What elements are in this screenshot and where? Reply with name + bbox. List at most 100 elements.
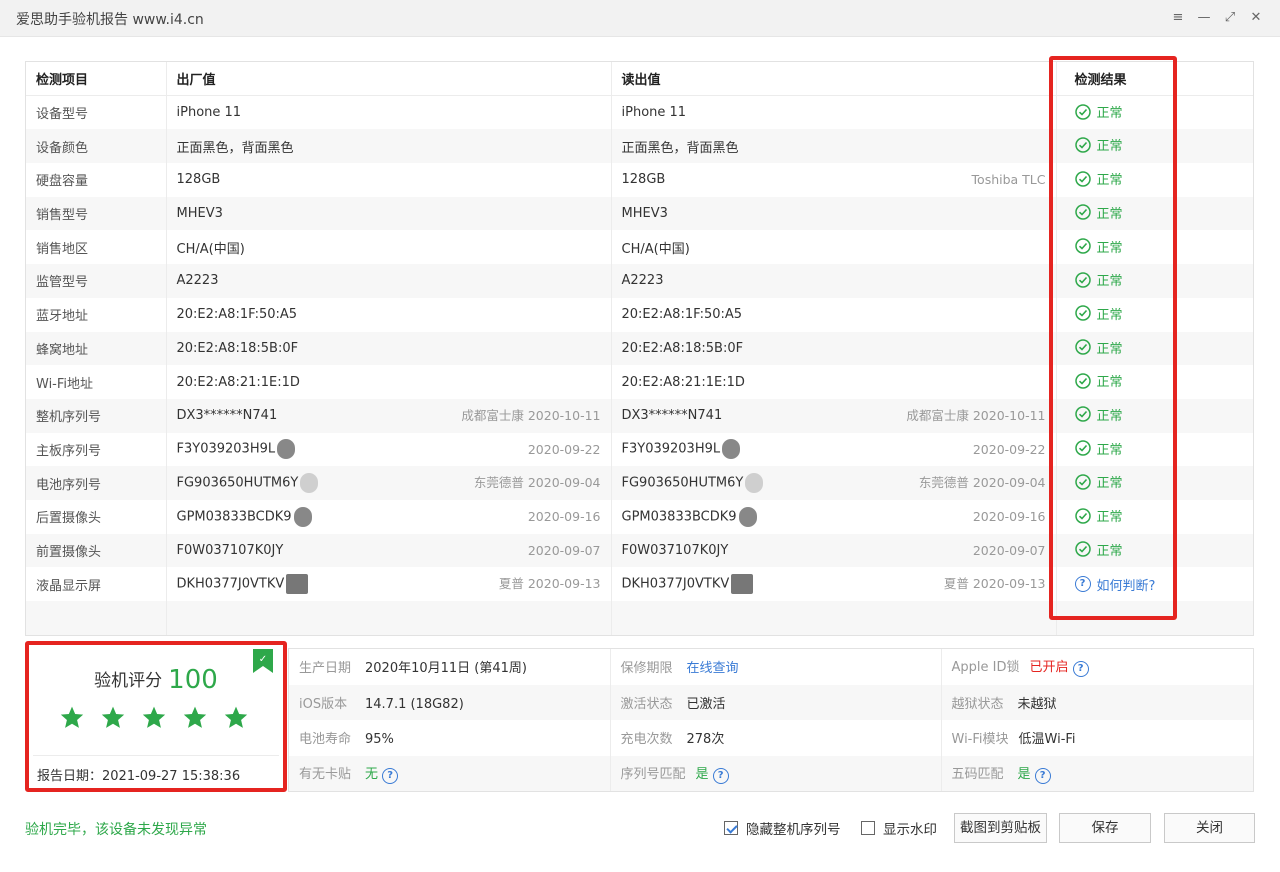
result-status: 正常 bbox=[1096, 173, 1123, 189]
redaction-mark bbox=[293, 506, 312, 527]
hide-serial-check-icon[interactable] bbox=[724, 821, 738, 835]
row-factory-value: A2223 bbox=[165, 264, 611, 298]
redaction-mark bbox=[731, 574, 754, 595]
score-label: 验机评分 bbox=[94, 671, 163, 691]
result-status: 正常 bbox=[1096, 307, 1123, 323]
row-factory-value: 正面黑色，背面黑色 bbox=[165, 129, 611, 164]
row-result: 正常 bbox=[1055, 129, 1253, 164]
warranty-query-link[interactable]: 在线查询 bbox=[687, 661, 739, 676]
svg-text:✓: ✓ bbox=[259, 654, 267, 665]
row-item: 整机序列号 bbox=[26, 398, 166, 433]
copy-screenshot-button[interactable]: 截图到剪贴板 bbox=[954, 813, 1047, 843]
window-controls: ≡ — ⤢ ✕ bbox=[1166, 6, 1268, 30]
help-icon[interactable]: ? bbox=[712, 767, 729, 784]
row-read-value: 正面黑色，背面黑色 bbox=[610, 129, 1056, 164]
help-icon[interactable]: ? bbox=[382, 767, 399, 784]
check-circle-icon bbox=[1074, 474, 1091, 490]
info-cell-serial-match: 序列号匹配是 ? bbox=[609, 755, 941, 791]
result-status: 正常 bbox=[1096, 408, 1123, 424]
result-status: 正常 bbox=[1096, 139, 1123, 155]
check-circle-icon bbox=[1074, 204, 1091, 221]
row-item: 液晶显示屏 bbox=[36, 578, 102, 594]
watermark-label: 显示水印 bbox=[883, 822, 937, 838]
check-circle-icon bbox=[1074, 541, 1091, 557]
row-result: 正常 bbox=[1055, 432, 1253, 467]
redaction-mark bbox=[745, 473, 764, 494]
row-result: 正常 bbox=[1055, 264, 1253, 298]
row-item: 前置摄像头 bbox=[26, 533, 166, 568]
title-bar: 爱思助手验机报告 www.i4.cn ≡ — ⤢ ✕ bbox=[0, 0, 1280, 37]
row-read-note: 东莞德普 2020-09-04 bbox=[918, 475, 1046, 491]
empty-row bbox=[26, 601, 1253, 635]
check-circle-icon bbox=[1074, 339, 1091, 355]
table-row: 硬盘容量 128GB 128GB Toshiba TLC 正常 bbox=[26, 163, 1253, 197]
info-row: 有无卡贴无 ? 序列号匹配是 ? 五码匹配是 ? bbox=[289, 755, 1253, 791]
row-item: 后置摄像头 bbox=[36, 511, 102, 527]
row-factory-value: FG903650HUTM6Y 东莞德普 2020-09-04 bbox=[165, 466, 611, 500]
row-item: 销售地区 bbox=[36, 241, 89, 257]
redaction-mark bbox=[722, 439, 741, 460]
info-cell-apple-id-lock: Apple ID锁 已开启 ? bbox=[940, 649, 1253, 685]
help-icon[interactable]: ? bbox=[1034, 767, 1051, 784]
info-row: 电池寿命 95% 充电次数 278次 Wi-Fi模块 低温Wi-Fi bbox=[289, 720, 1253, 756]
how-to-judge-link[interactable]: ? 如何判断? bbox=[1074, 575, 1155, 594]
row-item: 监管型号 bbox=[26, 264, 166, 298]
table-row: 后置摄像头 GPM03833BCDK9 2020-09-16 GPM03833BCDK… bbox=[26, 499, 1253, 534]
row-factory-value: 20:E2:A8:1F:50:A5 bbox=[165, 297, 611, 332]
save-button[interactable]: 保存 bbox=[1059, 813, 1151, 843]
hide-serial-checkbox[interactable]: 隐藏整机序列号 bbox=[724, 818, 841, 838]
row-item: 设备颜色 bbox=[26, 129, 166, 164]
check-table-body: 设备型号 iPhone 11 iPhone 11 正常 设备颜色 正面黑色，背面黑色 正面黑… bbox=[26, 95, 1253, 635]
check-circle-icon bbox=[1074, 373, 1091, 389]
watermark-check-icon[interactable] bbox=[861, 821, 875, 835]
row-read-value: DX3******N741 成都富士康 2020-10-11 bbox=[610, 398, 1056, 433]
restore-icon[interactable]: ⤢ bbox=[1218, 6, 1242, 30]
header-factory: 出厂值 bbox=[165, 62, 611, 97]
check-table: 检测项目 出厂值 读出值 检测结果 设备型号 iPhone 11 iPhone 11… bbox=[25, 61, 1254, 636]
row-result: 正常 bbox=[1055, 163, 1253, 197]
info-row: iOS版本 14.7.1 (18G82) 激活状态 已激活 越狱状态 未越狱 bbox=[289, 684, 1253, 720]
watermark-checkbox[interactable]: 显示水印 bbox=[861, 818, 937, 838]
row-result: ? 如何判断? bbox=[1055, 567, 1253, 601]
close-window-icon[interactable]: ✕ bbox=[1244, 6, 1268, 30]
close-button[interactable]: 关闭 bbox=[1164, 813, 1255, 843]
row-factory-value: GPM03833BCDK9 2020-09-16 bbox=[165, 499, 611, 534]
score-stars bbox=[59, 705, 249, 731]
star-icon bbox=[142, 706, 166, 728]
row-read-value: 20:E2:A8:21:1E:1D bbox=[610, 365, 1056, 399]
menu-icon[interactable]: ≡ bbox=[1166, 6, 1190, 30]
table-row: 设备颜色 正面黑色，背面黑色 正面黑色，背面黑色 正常 bbox=[26, 129, 1253, 164]
score-value: 100 bbox=[168, 665, 218, 695]
check-table-grid: 检测项目 出厂值 读出值 检测结果 设备型号 iPhone 11 iPhone 11… bbox=[26, 62, 1253, 635]
check-circle-icon bbox=[1074, 507, 1091, 524]
row-factory-value: iPhone 11 bbox=[165, 95, 611, 130]
table-row: 销售型号 MHEV3 MHEV3 正常 bbox=[26, 196, 1253, 231]
result-status: 正常 bbox=[1096, 240, 1123, 256]
row-result: 正常 bbox=[1055, 365, 1253, 399]
row-result: 正常 bbox=[1055, 499, 1253, 534]
check-circle-icon bbox=[1074, 271, 1091, 288]
report-date-value: 2021-09-27 15:38:36 bbox=[102, 769, 241, 784]
row-factory-value: F3Y039203H9L 2020-09-22 bbox=[165, 432, 611, 467]
row-read-note: 2020-09-07 bbox=[972, 542, 1046, 558]
device-info-grid: 生产日期 2020年10月11日 (第41周) 保修期限 在线查询 Apple ID… bbox=[288, 648, 1254, 792]
minimize-icon[interactable]: — bbox=[1192, 6, 1216, 30]
row-item: Wi-Fi地址 bbox=[36, 376, 94, 392]
row-read-value: A2223 bbox=[610, 264, 1056, 298]
row-factory-note: 成都富士康 2020-10-11 bbox=[461, 407, 601, 423]
table-row: 销售地区 CH/A(中国) CH/A(中国) 正常 bbox=[26, 230, 1253, 265]
redaction-mark bbox=[286, 574, 309, 595]
row-item: 主板序列号 bbox=[36, 443, 102, 459]
score-card: ✓ 验机评分 100 报告日期：2021-09-27 15:38:36 bbox=[25, 641, 287, 792]
redaction-mark bbox=[300, 473, 319, 494]
row-read-note: 夏普 2020-09-13 bbox=[943, 576, 1046, 592]
info-cell-activation: 激活状态 已激活 bbox=[609, 684, 941, 720]
table-row: Wi-Fi地址 20:E2:A8:21:1E:1D 20:E2:A8:21:1E:1… bbox=[26, 365, 1253, 399]
result-status: 正常 bbox=[1096, 543, 1123, 559]
check-circle-icon bbox=[1074, 137, 1091, 153]
redaction-mark bbox=[277, 439, 296, 460]
header-item: 检测项目 bbox=[26, 62, 166, 97]
help-icon[interactable]: ? bbox=[1072, 661, 1089, 678]
row-item: 蜂窝地址 bbox=[26, 331, 166, 366]
result-status: 正常 bbox=[1096, 206, 1123, 222]
